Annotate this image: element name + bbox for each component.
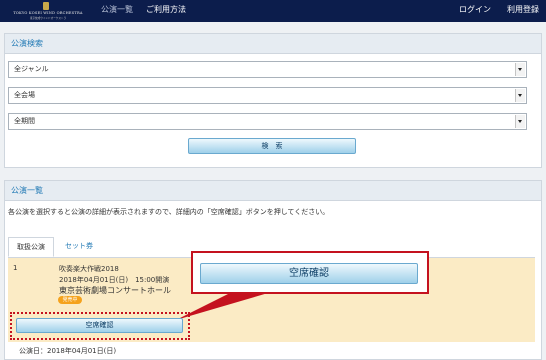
seat-check-button[interactable]: 空席確認 [16,318,183,333]
callout-pointer [176,293,268,320]
callout-seat-check-button[interactable]: 空席確認 [200,263,418,284]
seat-check-callout: 空席確認 [191,251,429,294]
